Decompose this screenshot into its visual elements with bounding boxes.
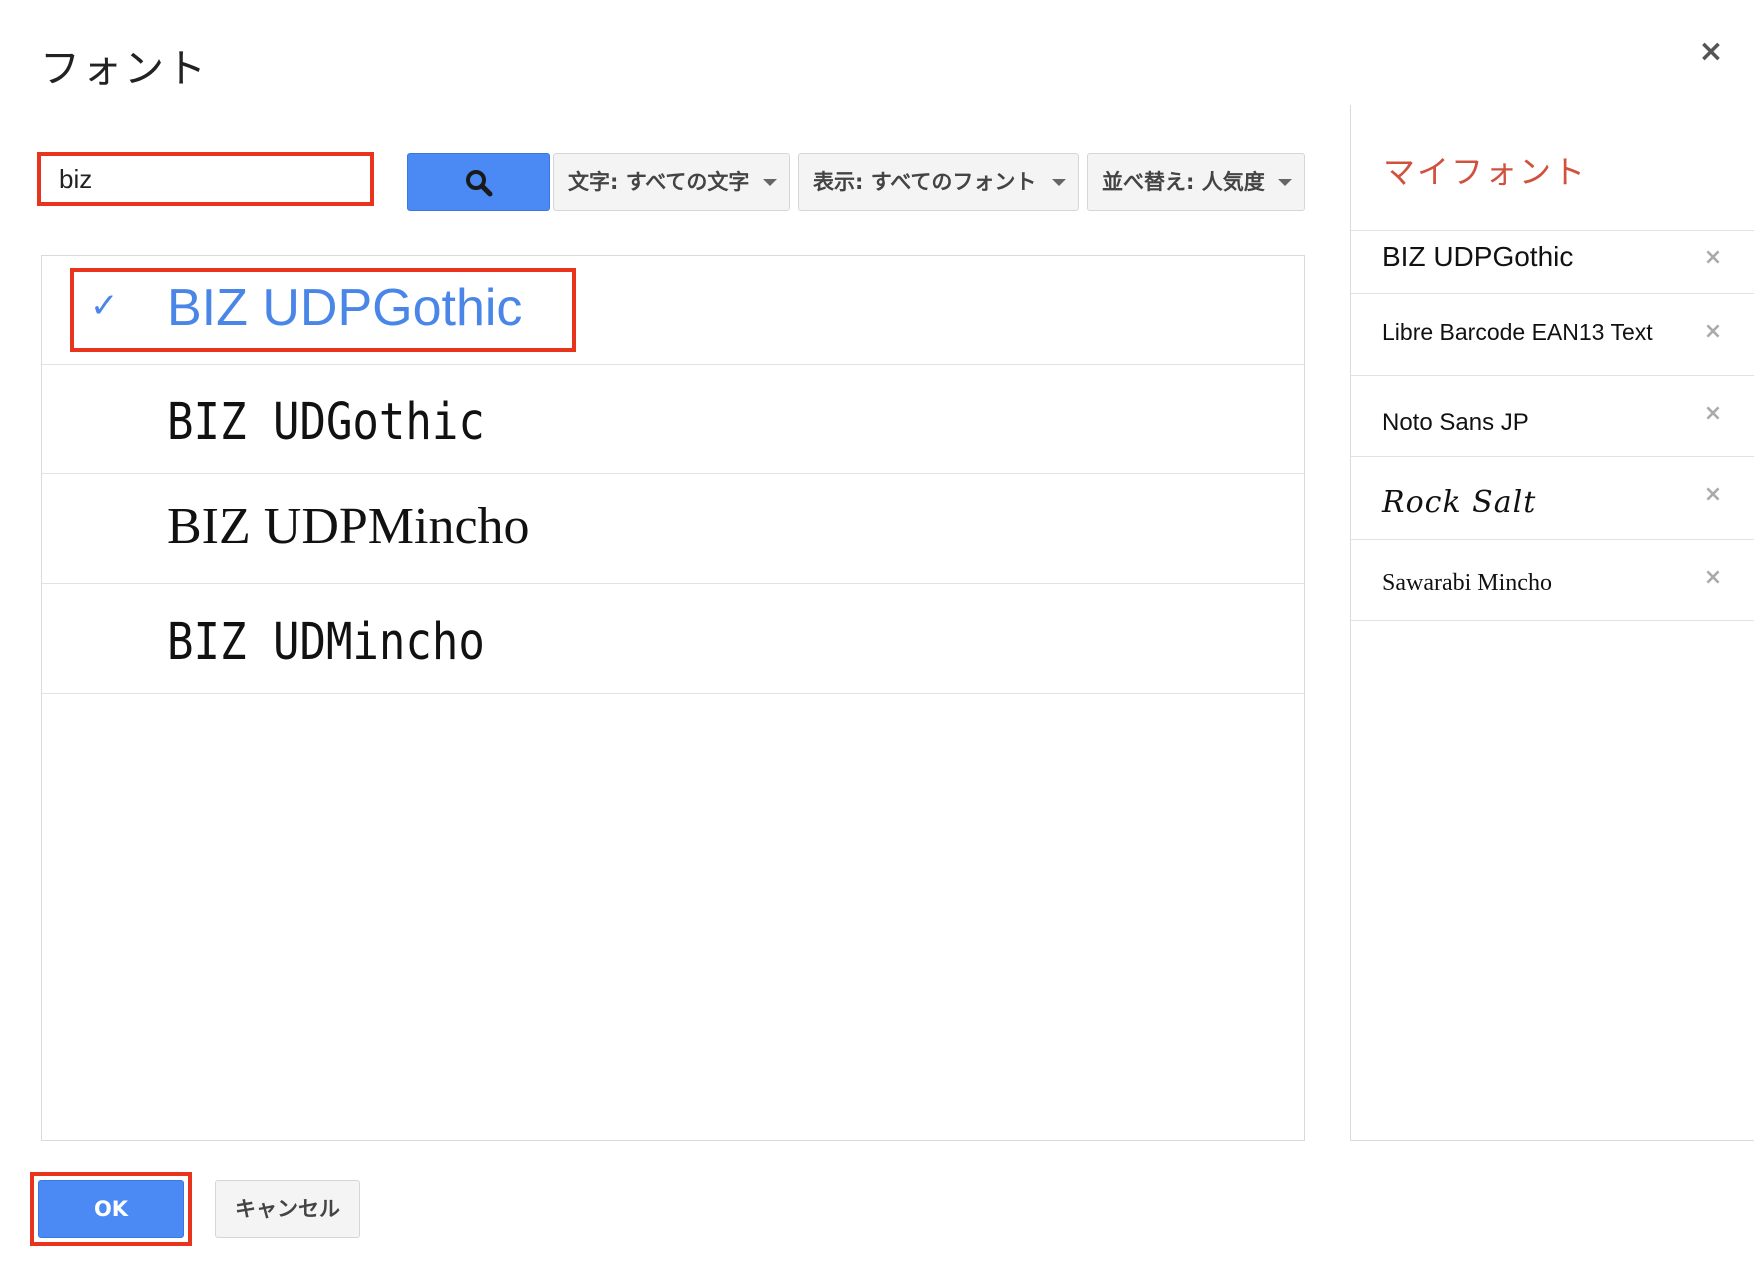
font-name: BIZ UDGothic — [167, 393, 485, 452]
font-name: BIZ UDMincho — [167, 613, 485, 672]
my-font-item: Sawarabi Mincho × — [1351, 540, 1754, 621]
my-font-item: Rock Salt × — [1351, 457, 1754, 540]
my-font-name: Noto Sans JP — [1382, 409, 1529, 436]
search-highlight-box — [37, 152, 374, 206]
chevron-down-icon — [763, 179, 777, 186]
ok-button[interactable]: OK — [38, 1180, 184, 1238]
search-input[interactable] — [45, 160, 366, 198]
sort-label: 並べ替え: 人気度 — [1102, 170, 1265, 194]
remove-icon[interactable]: × — [1701, 245, 1725, 270]
font-dialog: フォント × 文字: すべての文字 表示: すべてのフォント 並べ替え: 人気度… — [0, 0, 1754, 1280]
sort-dropdown[interactable]: 並べ替え: 人気度 — [1087, 153, 1305, 211]
remove-icon[interactable]: × — [1701, 401, 1725, 426]
chevron-down-icon — [1278, 179, 1292, 186]
font-name: BIZ UDPMincho — [167, 498, 530, 555]
search-button[interactable] — [407, 153, 550, 211]
font-name: BIZ UDPGothic — [167, 279, 523, 337]
show-filter-label: 表示: すべてのフォント — [813, 170, 1037, 194]
dialog-title: フォント — [40, 46, 208, 92]
my-font-item: BIZ UDPGothic × — [1351, 231, 1754, 294]
my-font-name: BIZ UDPGothic — [1382, 241, 1574, 272]
show-filter-dropdown[interactable]: 表示: すべてのフォント — [798, 153, 1079, 211]
remove-icon[interactable]: × — [1701, 319, 1725, 344]
my-font-name: Libre Barcode EAN13 Text — [1382, 319, 1653, 345]
font-list: ✓ BIZ UDPGothic BIZ UDGothic BIZ UDPMinc… — [41, 255, 1305, 1141]
my-fonts-title: マイフォント — [1383, 153, 1588, 191]
chevron-down-icon — [1052, 179, 1066, 186]
check-icon: ✓ — [90, 286, 119, 326]
remove-icon[interactable]: × — [1701, 482, 1725, 507]
remove-icon[interactable]: × — [1701, 565, 1725, 590]
font-list-item[interactable]: BIZ UDPMincho — [42, 475, 1304, 584]
my-font-name: Rock Salt — [1382, 485, 1537, 520]
font-list-item[interactable]: ✓ BIZ UDPGothic — [42, 256, 1304, 365]
cancel-button[interactable]: キャンセル — [215, 1180, 360, 1238]
my-font-item: Noto Sans JP × — [1351, 376, 1754, 457]
font-list-item[interactable]: BIZ UDMincho — [42, 585, 1304, 694]
my-font-item: Libre Barcode EAN13 Text × — [1351, 294, 1754, 376]
search-icon — [466, 170, 493, 197]
close-icon[interactable]: × — [1693, 32, 1729, 72]
font-list-item[interactable]: BIZ UDGothic — [42, 365, 1304, 474]
characters-filter-dropdown[interactable]: 文字: すべての文字 — [553, 153, 790, 211]
my-font-name: Sawarabi Mincho — [1382, 570, 1552, 596]
my-fonts-panel: マイフォント BIZ UDPGothic × Libre Barcode EAN… — [1350, 105, 1754, 1141]
characters-filter-label: 文字: すべての文字 — [568, 170, 750, 194]
